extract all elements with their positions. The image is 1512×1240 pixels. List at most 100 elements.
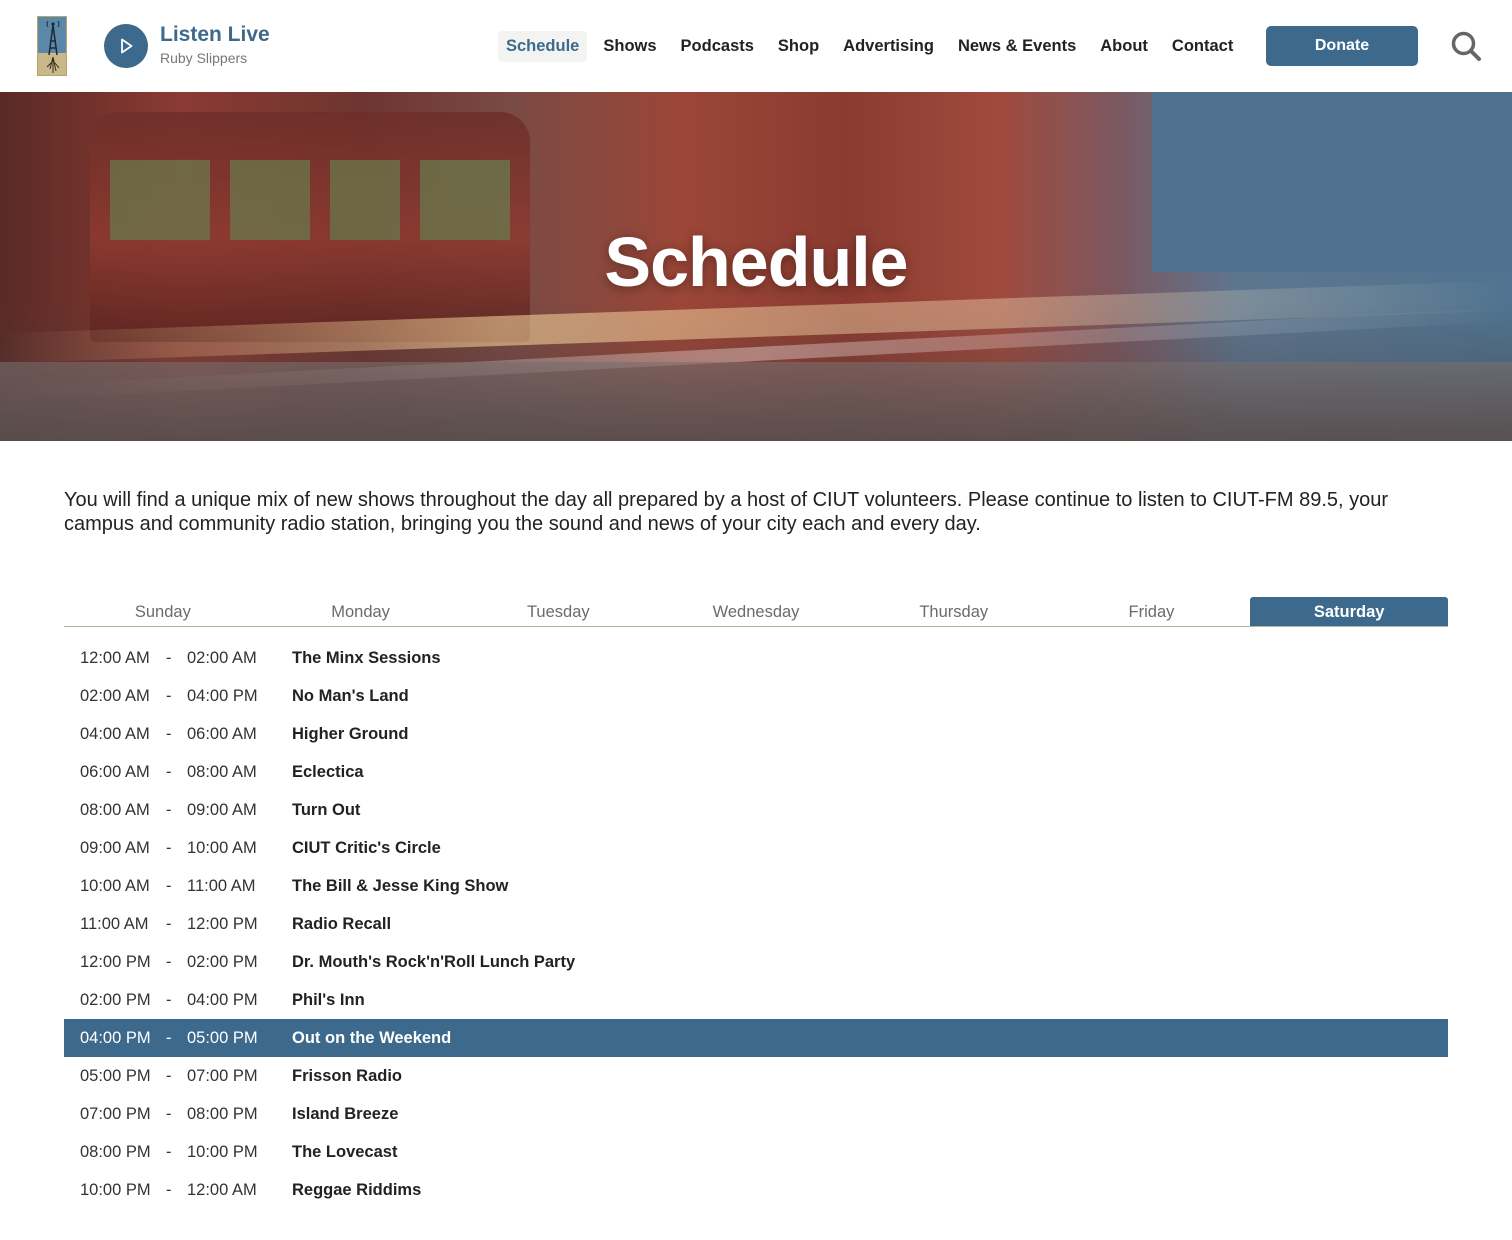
tab-friday[interactable]: Friday: [1053, 597, 1251, 626]
end-time: 06:00 AM: [187, 725, 257, 743]
time-separator: -: [166, 649, 172, 667]
time-separator: -: [166, 1105, 172, 1123]
nav-item-schedule[interactable]: Schedule: [498, 30, 588, 62]
time-separator: -: [166, 915, 172, 933]
start-time: 04:00 AM: [80, 725, 150, 743]
nav-item-contact[interactable]: Contact: [1164, 31, 1241, 62]
time-separator: -: [166, 1143, 172, 1161]
end-time: 10:00 PM: [187, 1143, 258, 1161]
play-button[interactable]: [104, 24, 148, 68]
show-link[interactable]: The Bill & Jesse King Show: [292, 867, 508, 905]
nav-item-news-events[interactable]: News & Events: [950, 31, 1084, 62]
tab-saturday[interactable]: Saturday: [1250, 597, 1449, 626]
radio-tower-logo[interactable]: [37, 16, 67, 76]
start-time: 09:00 AM: [80, 839, 150, 857]
hero-banner: Schedule: [0, 92, 1512, 441]
hero-street: [0, 362, 1512, 441]
schedule-row[interactable]: 09:00 AM -10:00 AM CIUT Critic's Circle: [64, 829, 1448, 867]
tab-thursday[interactable]: Thursday: [855, 597, 1053, 626]
start-time: 05:00 PM: [80, 1067, 151, 1085]
start-time: 10:00 AM: [80, 877, 150, 895]
end-time: 02:00 AM: [187, 649, 257, 667]
time-separator: -: [166, 877, 172, 895]
time-separator: -: [166, 1029, 172, 1047]
time-separator: -: [166, 991, 172, 1009]
schedule-row[interactable]: 11:00 AM -12:00 PM Radio Recall: [64, 905, 1448, 943]
show-link[interactable]: Out on the Weekend: [292, 1019, 451, 1057]
time-separator: -: [166, 763, 172, 781]
day-tabs: Sunday Monday Tuesday Wednesday Thursday Frid…: [64, 597, 1449, 627]
schedule-row-current[interactable]: 04:00 PM -05:00 PM Out on the Weekend: [64, 1019, 1448, 1057]
tab-wednesday[interactable]: Wednesday: [657, 597, 855, 626]
nav-item-about[interactable]: About: [1092, 31, 1156, 62]
play-icon: [121, 38, 133, 54]
donate-button[interactable]: Donate: [1266, 26, 1418, 66]
site-header: Listen Live Ruby Slippers Schedule Shows P…: [0, 0, 1512, 92]
end-time: 12:00 AM: [187, 1181, 257, 1199]
end-time: 10:00 AM: [187, 839, 257, 857]
end-time: 04:00 PM: [187, 991, 258, 1009]
nav-item-podcasts[interactable]: Podcasts: [673, 31, 762, 62]
time-separator: -: [166, 953, 172, 971]
start-time: 08:00 PM: [80, 1143, 151, 1161]
start-time: 08:00 AM: [80, 801, 150, 819]
schedule-row[interactable]: 06:00 AM -08:00 AM Eclectica: [64, 753, 1448, 791]
show-link[interactable]: Phil's Inn: [292, 981, 365, 1019]
start-time: 11:00 AM: [80, 915, 149, 933]
show-link[interactable]: Reggae Riddims: [292, 1171, 421, 1209]
schedule-row[interactable]: 12:00 AM -02:00 AM The Minx Sessions: [64, 639, 1448, 677]
nav-item-shows[interactable]: Shows: [595, 31, 664, 62]
intro-text: You will find a unique mix of new shows …: [64, 489, 1389, 535]
end-time: 02:00 PM: [187, 953, 258, 971]
time-separator: -: [166, 1181, 172, 1199]
schedule-row[interactable]: 10:00 AM -11:00 AM The Bill & Jesse King S…: [64, 867, 1448, 905]
end-time: 08:00 AM: [187, 763, 257, 781]
main-nav: Schedule Shows Podcasts Shop Advertising News…: [498, 30, 1249, 62]
show-link[interactable]: The Lovecast: [292, 1133, 397, 1171]
tab-sunday[interactable]: Sunday: [64, 597, 262, 626]
schedule-row[interactable]: 12:00 PM -02:00 PM Dr. Mouth's Rock'n'Roll…: [64, 943, 1448, 981]
schedule-row[interactable]: 10:00 PM -12:00 AM Reggae Riddims: [64, 1171, 1448, 1209]
schedule-row[interactable]: 02:00 PM -04:00 PM Phil's Inn: [64, 981, 1448, 1019]
nav-item-advertising[interactable]: Advertising: [835, 31, 942, 62]
schedule-row[interactable]: 08:00 AM -09:00 AM Turn Out: [64, 791, 1448, 829]
start-time: 12:00 AM: [80, 649, 150, 667]
show-link[interactable]: Dr. Mouth's Rock'n'Roll Lunch Party: [292, 943, 575, 981]
end-time: 04:00 PM: [187, 687, 258, 705]
time-separator: -: [166, 839, 172, 857]
schedule-row[interactable]: 08:00 PM -10:00 PM The Lovecast: [64, 1133, 1448, 1171]
search-button[interactable]: [1450, 30, 1482, 62]
nav-item-shop[interactable]: Shop: [770, 31, 827, 62]
show-link[interactable]: Higher Ground: [292, 715, 408, 753]
listen-live-title[interactable]: Listen Live: [160, 23, 270, 47]
show-link[interactable]: Turn Out: [292, 791, 360, 829]
end-time: 07:00 PM: [187, 1067, 258, 1085]
schedule-row[interactable]: 05:00 PM -07:00 PM Frisson Radio: [64, 1057, 1448, 1095]
end-time: 12:00 PM: [187, 915, 258, 933]
schedule-list: 12:00 AM -02:00 AM The Minx Sessions 02:00 …: [64, 639, 1448, 1209]
start-time: 12:00 PM: [80, 953, 151, 971]
tab-monday[interactable]: Monday: [262, 597, 460, 626]
show-link[interactable]: Eclectica: [292, 753, 364, 791]
show-link[interactable]: No Man's Land: [292, 677, 409, 715]
schedule-row[interactable]: 02:00 AM -04:00 PM No Man's Land: [64, 677, 1448, 715]
show-link[interactable]: CIUT Critic's Circle: [292, 829, 441, 867]
show-link[interactable]: Frisson Radio: [292, 1057, 402, 1095]
schedule-row[interactable]: 04:00 AM -06:00 AM Higher Ground: [64, 715, 1448, 753]
show-link[interactable]: Island Breeze: [292, 1095, 398, 1133]
page-title: Schedule: [604, 223, 908, 301]
start-time: 06:00 AM: [80, 763, 150, 781]
now-playing-show: Ruby Slippers: [160, 50, 248, 66]
show-link[interactable]: Radio Recall: [292, 905, 391, 943]
radio-tower-icon: [46, 20, 60, 73]
end-time: 05:00 PM: [187, 1029, 258, 1047]
show-link[interactable]: The Minx Sessions: [292, 639, 441, 677]
start-time: 02:00 AM: [80, 687, 150, 705]
time-separator: -: [166, 801, 172, 819]
start-time: 02:00 PM: [80, 991, 151, 1009]
schedule-row[interactable]: 07:00 PM -08:00 PM Island Breeze: [64, 1095, 1448, 1133]
start-time: 10:00 PM: [80, 1181, 151, 1199]
end-time: 09:00 AM: [187, 801, 257, 819]
time-separator: -: [166, 1067, 172, 1085]
tab-tuesday[interactable]: Tuesday: [459, 597, 657, 626]
